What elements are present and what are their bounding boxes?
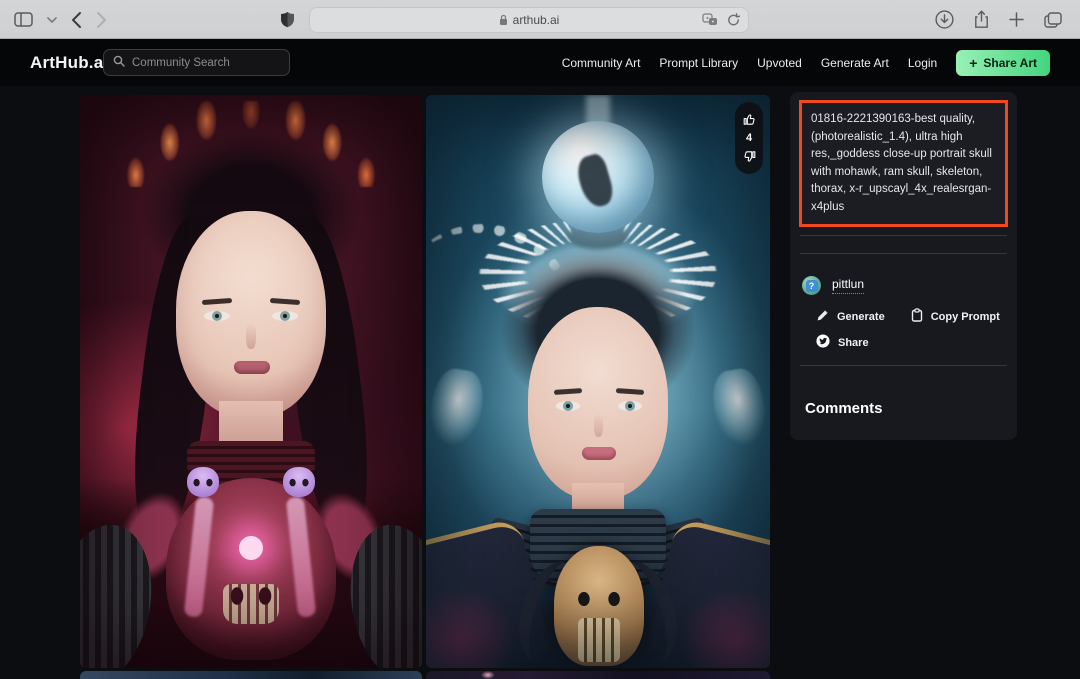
tab-overview-icon[interactable]	[1044, 11, 1062, 28]
chevron-down-icon[interactable]	[47, 16, 57, 23]
nav-link-community-art[interactable]: Community Art	[562, 56, 641, 70]
author-row: ? pittlun	[802, 276, 865, 295]
share-art-label: Share Art	[983, 55, 1037, 70]
search-icon	[113, 54, 125, 72]
artwork-image-blue-goddess[interactable]	[426, 95, 770, 668]
vote-count: 4	[745, 132, 753, 144]
lock-icon	[499, 14, 508, 26]
share-post-label: Share	[838, 336, 869, 349]
comments-heading: Comments	[805, 400, 883, 417]
copy-prompt-label: Copy Prompt	[930, 310, 1000, 323]
artwork-image-red-goddess[interactable]	[80, 95, 422, 668]
copy-prompt-button[interactable]: Copy Prompt	[911, 308, 1000, 325]
site-navbar: ArtHub.ai Community Art Prompt Library U…	[0, 39, 1080, 86]
reload-icon[interactable]	[727, 12, 740, 27]
share-art-button[interactable]: + Share Art	[956, 49, 1050, 76]
next-row-artwork-right[interactable]	[426, 671, 770, 679]
author-name[interactable]: pittlun	[832, 277, 865, 294]
search-input[interactable]	[132, 56, 286, 69]
translate-icon[interactable]	[702, 13, 718, 26]
clipboard-icon	[911, 308, 923, 325]
nav-link-generate-art[interactable]: Generate Art	[821, 56, 889, 70]
vote-widget: 4	[735, 102, 763, 174]
nav-link-prompt-library[interactable]: Prompt Library	[659, 56, 738, 70]
pencil-icon	[816, 309, 829, 325]
browser-toolbar: arthub.ai	[0, 0, 1080, 39]
nav-link-upvoted[interactable]: Upvoted	[757, 56, 802, 70]
next-row-artwork-left[interactable]	[80, 671, 422, 679]
thumbs-up-icon[interactable]	[742, 112, 757, 127]
divider	[800, 365, 1007, 366]
share-post-button[interactable]: Share	[816, 334, 869, 351]
community-search-box[interactable]	[103, 49, 290, 76]
prompt-box[interactable]: 01816-2221390163-best quality, (photorea…	[799, 100, 1008, 227]
art1-vignette	[80, 95, 422, 668]
avatar[interactable]: ?	[802, 276, 821, 295]
nav-link-login[interactable]: Login	[908, 56, 937, 70]
generate-button[interactable]: Generate	[816, 309, 885, 325]
back-icon[interactable]	[71, 11, 82, 29]
site-logo[interactable]: ArtHub.ai	[30, 53, 108, 73]
twitter-icon	[816, 334, 830, 351]
url-text: arthub.ai	[512, 12, 560, 27]
forward-icon	[96, 11, 107, 29]
share-icon[interactable]	[974, 10, 989, 29]
page-content: 4 01816-2221390163-best quality, (photor…	[0, 86, 1080, 679]
art2-vignette	[426, 95, 770, 668]
post-info-panel: 01816-2221390163-best quality, (photorea…	[790, 92, 1017, 440]
new-tab-icon[interactable]	[1009, 12, 1024, 27]
privacy-shield-icon[interactable]	[280, 11, 295, 29]
generate-label: Generate	[837, 310, 885, 323]
sidebar-icon[interactable]	[14, 12, 33, 27]
broken-image-icon: ?	[805, 279, 818, 292]
prompt-text: 01816-2221390163-best quality, (photorea…	[811, 113, 992, 213]
plus-icon: +	[969, 54, 978, 71]
download-icon[interactable]	[935, 10, 954, 29]
divider	[800, 253, 1007, 254]
divider	[800, 235, 1007, 236]
address-bar[interactable]: arthub.ai	[309, 6, 749, 33]
thumbs-down-icon[interactable]	[742, 149, 757, 164]
